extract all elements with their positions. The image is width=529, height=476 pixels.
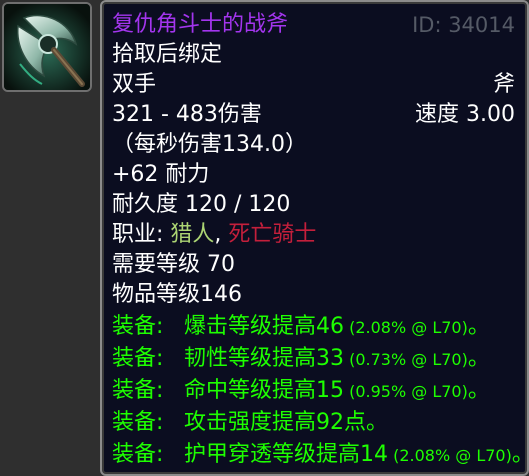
item-name-row: 复仇角斗士的战斧 ID: 34014 — [112, 10, 519, 40]
durability-text: 耐久度 120 / 120 — [112, 192, 291, 217]
equip-text: 攻击强度提高92点。 — [184, 410, 388, 435]
item-icon-frame[interactable] — [2, 2, 92, 92]
equip-label: 装备: — [112, 410, 164, 435]
equip-end: 。 — [512, 442, 529, 467]
item-level: 物品等级146 — [112, 282, 242, 307]
class-death-knight[interactable]: 死亡骑士 — [228, 222, 316, 247]
equip-text: 爆击等级提高46 — [184, 314, 344, 339]
slot-row: 双手 斧 — [112, 70, 519, 100]
item-tooltip: 复仇角斗士的战斧 ID: 34014 拾取后绑定 双手 斧 321 - 483伤… — [100, 0, 529, 476]
equip-detail: (0.73% @ L70) — [344, 350, 468, 369]
damage-row: 321 - 483伤害 速度 3.00 — [112, 100, 519, 130]
equip-line: 装备: 命中等级提高15 (0.95% @ L70)。 — [112, 376, 519, 406]
weapon-type: 斧 — [492, 72, 515, 97]
item-id: ID: 34014 — [412, 13, 515, 37]
class-hunter[interactable]: 猎人 — [170, 222, 214, 247]
axe-icon — [4, 4, 90, 90]
equip-text: 护甲穿透等级提高14 — [184, 442, 388, 467]
classes-label: 职业: — [112, 222, 171, 247]
required-level: 需要等级 70 — [112, 252, 235, 277]
equip-detail: (2.08% @ L70) — [388, 446, 512, 465]
equip-end: 。 — [467, 378, 490, 403]
equip-end: 。 — [467, 314, 490, 339]
class-separator: , — [214, 222, 229, 247]
speed-text: 速度 3.00 — [415, 102, 515, 127]
equip-detail: (0.95% @ L70) — [344, 382, 468, 401]
equip-line: 装备: 护甲穿透等级提高14 (2.08% @ L70)。 — [112, 440, 529, 470]
equip-line: 装备: 爆击等级提高46 (2.08% @ L70)。 — [112, 312, 519, 342]
equip-label: 装备: — [112, 314, 164, 339]
classes-row: 职业: 猎人, 死亡骑士 — [112, 220, 519, 250]
stamina-text: +62 耐力 — [112, 162, 210, 187]
equip-detail: (2.08% @ L70) — [344, 318, 468, 337]
equip-line: 装备: 韧性等级提高33 (0.73% @ L70)。 — [112, 344, 519, 374]
item-tooltip-screen: 复仇角斗士的战斧 ID: 34014 拾取后绑定 双手 斧 321 - 483伤… — [0, 0, 529, 476]
equip-label: 装备: — [112, 378, 164, 403]
equip-end: 。 — [467, 346, 490, 371]
equip-label: 装备: — [112, 442, 164, 467]
damage-text: 321 - 483伤害 — [112, 102, 262, 127]
equip-text: 命中等级提高15 — [184, 378, 344, 403]
equip-line: 装备: 攻击强度提高92点。 — [112, 408, 519, 438]
equip-text: 韧性等级提高33 — [184, 346, 344, 371]
equip-label: 装备: — [112, 346, 164, 371]
item-name: 复仇角斗士的战斧 — [112, 12, 289, 37]
dps-text: （每秒伤害134.0） — [112, 132, 307, 157]
hand-text: 双手 — [112, 72, 157, 97]
binding-text: 拾取后绑定 — [112, 42, 223, 67]
